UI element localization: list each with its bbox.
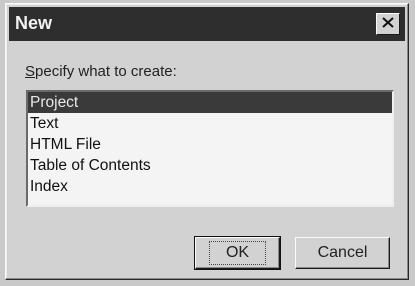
new-dialog: New Specify what to create: Project Text… bbox=[5, 3, 409, 280]
list-item-html-file[interactable]: HTML File bbox=[28, 134, 392, 155]
list-item-project[interactable]: Project bbox=[28, 92, 392, 113]
close-button[interactable] bbox=[376, 13, 400, 35]
cancel-button[interactable]: Cancel bbox=[295, 237, 390, 269]
list-item-table-of-contents[interactable]: Table of Contents bbox=[28, 155, 392, 176]
create-type-listbox[interactable]: Project Text HTML File Table of Contents… bbox=[26, 90, 394, 207]
dialog-title: New bbox=[15, 13, 53, 33]
list-item-text[interactable]: Text bbox=[28, 113, 392, 134]
ok-button-label: OK bbox=[208, 241, 267, 265]
prompt-accesskey: S bbox=[25, 63, 36, 80]
title-bar[interactable]: New bbox=[9, 7, 405, 41]
close-icon bbox=[382, 15, 394, 33]
cancel-button-label: Cancel bbox=[317, 244, 368, 261]
prompt-text: pecify what to create: bbox=[35, 63, 177, 80]
prompt-label: Specify what to create: bbox=[25, 63, 177, 80]
list-item-index[interactable]: Index bbox=[28, 176, 392, 197]
ok-button[interactable]: OK bbox=[194, 236, 281, 270]
